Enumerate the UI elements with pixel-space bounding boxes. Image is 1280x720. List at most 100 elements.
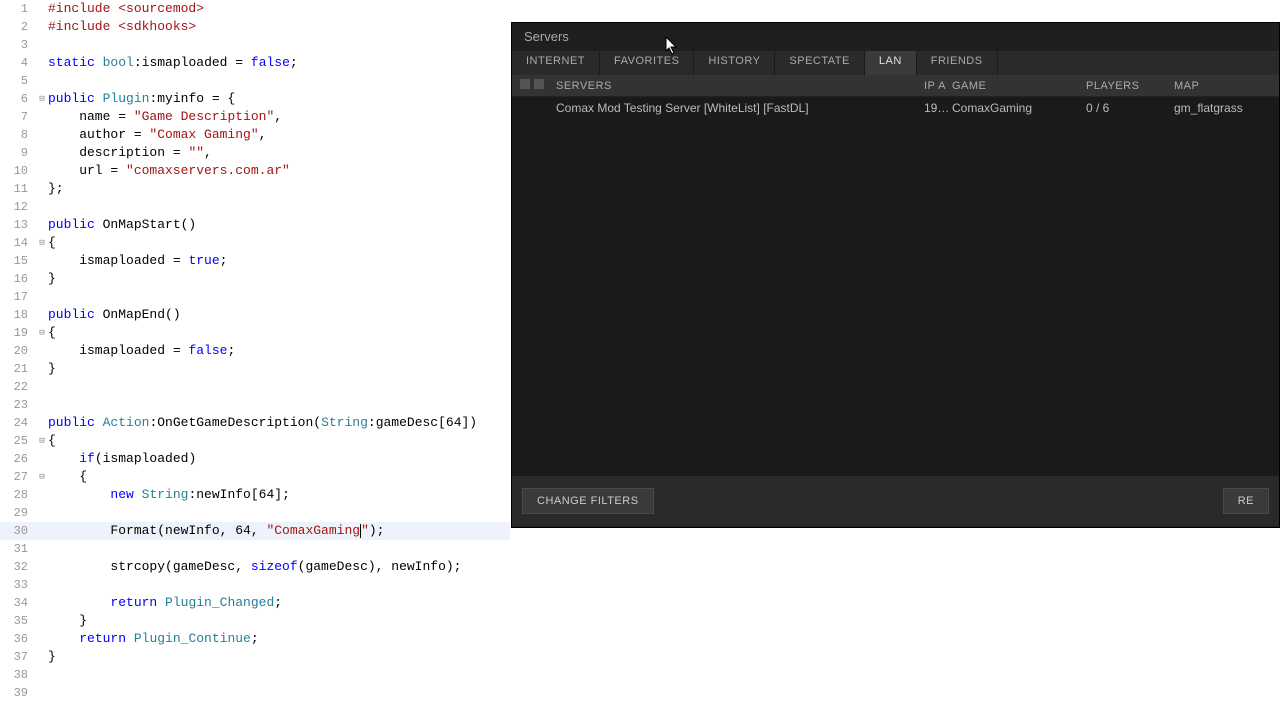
line-number: 24 [0,414,36,432]
code-line[interactable]: 24 public Action:OnGetGameDescription(Str… [0,414,510,432]
header-map[interactable]: MAP [1174,80,1279,92]
code-content[interactable]: Format(newInfo, 64, "ComaxGaming"); [48,522,510,540]
tab-lan[interactable]: LAN [865,51,917,75]
code-line[interactable]: 3 [0,36,510,54]
code-line[interactable]: 37} [0,648,510,666]
code-line[interactable]: 25⊟{ [0,432,510,450]
tab-favorites[interactable]: FAVORITES [600,51,694,75]
line-number: 34 [0,594,36,612]
code-line[interactable]: 21} [0,360,510,378]
code-line[interactable]: 28 new String:newInfo[64]; [0,486,510,504]
fold-marker[interactable]: ⊟ [36,432,48,450]
code-content[interactable]: url = "comaxservers.com.ar" [48,162,510,180]
tab-internet[interactable]: INTERNET [512,51,600,75]
line-number: 19 [0,324,36,342]
code-content[interactable]: public Plugin:myinfo = { [48,90,510,108]
code-line[interactable]: 33 [0,576,510,594]
code-line[interactable]: 4static bool:ismaploaded = false; [0,54,510,72]
code-line[interactable]: 11}; [0,180,510,198]
code-line[interactable]: 7 name = "Game Description", [0,108,510,126]
code-line[interactable]: 5 [0,72,510,90]
code-content[interactable]: public OnMapEnd() [48,306,510,324]
change-filters-button[interactable]: CHANGE FILTERS [522,488,654,514]
code-content[interactable]: { [48,234,510,252]
header-servers[interactable]: SERVERS [552,80,924,92]
line-number: 8 [0,126,36,144]
code-content[interactable]: public Action:OnGetGameDescription(Strin… [48,414,510,432]
server-list-body[interactable]: Comax Mod Testing Server [WhiteList] [Fa… [512,97,1279,475]
server-players: 0 / 6 [1086,101,1174,115]
header-players[interactable]: PLAYERS [1086,80,1174,92]
code-line[interactable]: 6⊟public Plugin:myinfo = { [0,90,510,108]
line-number: 36 [0,630,36,648]
code-content[interactable]: } [48,612,510,630]
tab-history[interactable]: HISTORY [694,51,775,75]
servers-window[interactable]: Servers INTERNETFAVORITESHISTORYSPECTATE… [511,22,1280,528]
code-content[interactable]: return Plugin_Continue; [48,630,510,648]
tab-friends[interactable]: FRIENDS [917,51,998,75]
fold-marker[interactable]: ⊟ [36,468,48,486]
code-line[interactable]: 12 [0,198,510,216]
code-content[interactable]: } [48,360,510,378]
tab-spectate[interactable]: SPECTATE [775,51,864,75]
code-line[interactable]: 39 [0,684,510,702]
code-line[interactable]: 31 [0,540,510,558]
line-number: 37 [0,648,36,666]
code-line[interactable]: 9 description = "", [0,144,510,162]
code-line[interactable]: 29 [0,504,510,522]
code-content[interactable]: description = "", [48,144,510,162]
code-line[interactable]: 15 ismaploaded = true; [0,252,510,270]
code-line[interactable]: 14⊟{ [0,234,510,252]
code-content[interactable]: return Plugin_Changed; [48,594,510,612]
code-line[interactable]: 23 [0,396,510,414]
fold-marker[interactable]: ⊟ [36,234,48,252]
code-content[interactable]: new String:newInfo[64]; [48,486,510,504]
code-content[interactable]: }; [48,180,510,198]
fold-marker[interactable]: ⊟ [36,324,48,342]
code-content[interactable]: static bool:ismaploaded = false; [48,54,510,72]
code-content[interactable]: #include <sdkhooks> [48,18,510,36]
code-line[interactable]: 27⊟ { [0,468,510,486]
code-content[interactable]: public OnMapStart() [48,216,510,234]
code-line[interactable]: 2#include <sdkhooks> [0,18,510,36]
code-content[interactable]: { [48,324,510,342]
code-line[interactable]: 10 url = "comaxservers.com.ar" [0,162,510,180]
fold-marker[interactable]: ⊟ [36,90,48,108]
code-line[interactable]: 1#include <sourcemod> [0,0,510,18]
code-line[interactable]: 32 strcopy(gameDesc, sizeof(gameDesc), n… [0,558,510,576]
code-line[interactable]: 35 } [0,612,510,630]
code-line[interactable]: 36 return Plugin_Continue; [0,630,510,648]
code-editor[interactable]: 1#include <sourcemod>2#include <sdkhooks… [0,0,510,720]
code-line[interactable]: 38 [0,666,510,684]
code-content[interactable]: { [48,468,510,486]
code-content[interactable]: } [48,270,510,288]
refresh-button[interactable]: RE [1223,488,1269,514]
header-ip[interactable]: IP A [924,80,952,92]
line-number: 10 [0,162,36,180]
server-row[interactable]: Comax Mod Testing Server [WhiteList] [Fa… [512,97,1279,119]
code-content[interactable]: if(ismaploaded) [48,450,510,468]
code-content[interactable]: ismaploaded = true; [48,252,510,270]
code-line[interactable]: 20 ismaploaded = false; [0,342,510,360]
code-line[interactable]: 8 author = "Comax Gaming", [0,126,510,144]
code-line[interactable]: 22 [0,378,510,396]
server-map: gm_flatgrass [1174,101,1279,115]
code-line[interactable]: 34 return Plugin_Changed; [0,594,510,612]
code-line[interactable]: 17 [0,288,510,306]
server-list-header: SERVERS IP A GAME PLAYERS MAP [512,75,1279,97]
code-line[interactable]: 13public OnMapStart() [0,216,510,234]
code-line[interactable]: 18public OnMapEnd() [0,306,510,324]
code-line[interactable]: 19⊟{ [0,324,510,342]
code-line[interactable]: 26 if(ismaploaded) [0,450,510,468]
code-content[interactable]: author = "Comax Gaming", [48,126,510,144]
code-content[interactable]: name = "Game Description", [48,108,510,126]
code-line[interactable]: 30 Format(newInfo, 64, "ComaxGaming"); [0,522,510,540]
code-content[interactable]: strcopy(gameDesc, sizeof(gameDesc), newI… [48,558,510,576]
code-content[interactable]: ismaploaded = false; [48,342,510,360]
code-content[interactable]: #include <sourcemod> [48,0,510,18]
header-game[interactable]: GAME [952,80,1086,92]
code-content[interactable]: } [48,648,510,666]
code-line[interactable]: 16} [0,270,510,288]
code-content[interactable]: { [48,432,510,450]
line-number: 6 [0,90,36,108]
